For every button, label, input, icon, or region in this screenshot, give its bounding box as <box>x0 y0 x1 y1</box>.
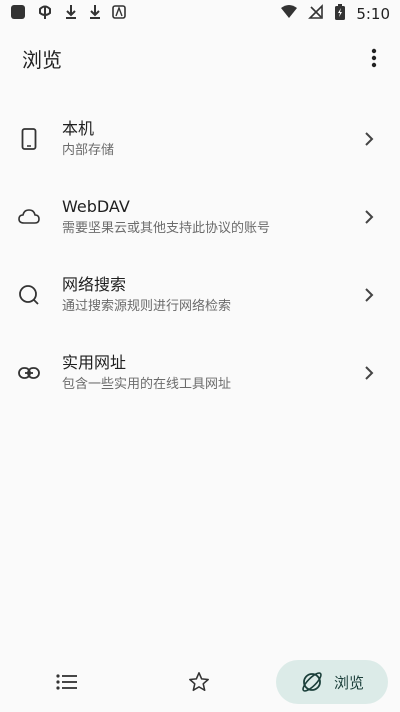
list-item-useful-urls[interactable]: 实用网址 包含一些实用的在线工具网址 <box>0 334 400 412</box>
list-item-subtitle: 需要坚果云或其他支持此协议的账号 <box>62 221 271 236</box>
list-item-local[interactable]: 本机 内部存储 <box>0 100 400 178</box>
download-icon <box>64 4 78 24</box>
app-icon <box>10 4 26 24</box>
star-icon <box>189 672 209 692</box>
chevron-right-icon <box>360 286 378 304</box>
status-bar: 5:10 <box>0 0 400 28</box>
page-title: 浏览 <box>22 47 62 72</box>
chevron-right-icon <box>360 364 378 382</box>
bottom-navigation: 浏览 <box>0 652 400 712</box>
list-icon <box>56 674 77 690</box>
nav-browse-button[interactable]: 浏览 <box>276 660 388 704</box>
list-item-title: 本机 <box>62 119 95 138</box>
list-item-webdav[interactable]: WebDAV 需要坚果云或其他支持此协议的账号 <box>0 178 400 256</box>
nav-list-button[interactable] <box>12 658 122 706</box>
more-vert-icon <box>371 48 377 68</box>
app-a-icon <box>112 5 126 23</box>
list-item-title: WebDAV <box>62 197 130 216</box>
list-item-subtitle: 内部存储 <box>62 143 115 158</box>
chevron-right-icon <box>360 130 378 148</box>
status-time: 5:10 <box>356 5 390 23</box>
notification-icon <box>36 3 54 25</box>
app-bar: 浏览 <box>0 40 400 76</box>
list-item-title: 网络搜索 <box>62 275 127 294</box>
browse-icon <box>302 672 322 692</box>
no-sim-icon <box>308 4 324 24</box>
list-item-subtitle: 包含一些实用的在线工具网址 <box>62 377 232 392</box>
list-item-subtitle: 通过搜索源规则进行网络检索 <box>62 299 232 314</box>
phone-icon <box>18 128 40 150</box>
browse-list: 本机 内部存储 WebDAV 需要坚果云或其他支持此协议的账号 网络搜索 通过搜… <box>0 100 400 412</box>
list-item-web-search[interactable]: 网络搜索 通过搜索源规则进行网络检索 <box>0 256 400 334</box>
download-icon <box>88 4 102 24</box>
list-item-title: 实用网址 <box>62 353 127 372</box>
more-options-button[interactable] <box>362 43 386 73</box>
status-left-icons <box>10 3 126 25</box>
battery-icon <box>334 3 346 25</box>
nav-favorites-button[interactable] <box>144 658 254 706</box>
link-icon <box>18 362 40 384</box>
nav-browse-label: 浏览 <box>333 673 364 692</box>
chevron-right-icon <box>360 208 378 226</box>
wifi-icon <box>280 5 298 23</box>
status-right-icons: 5:10 <box>280 3 390 25</box>
search-icon <box>18 284 40 306</box>
cloud-icon <box>18 206 40 228</box>
